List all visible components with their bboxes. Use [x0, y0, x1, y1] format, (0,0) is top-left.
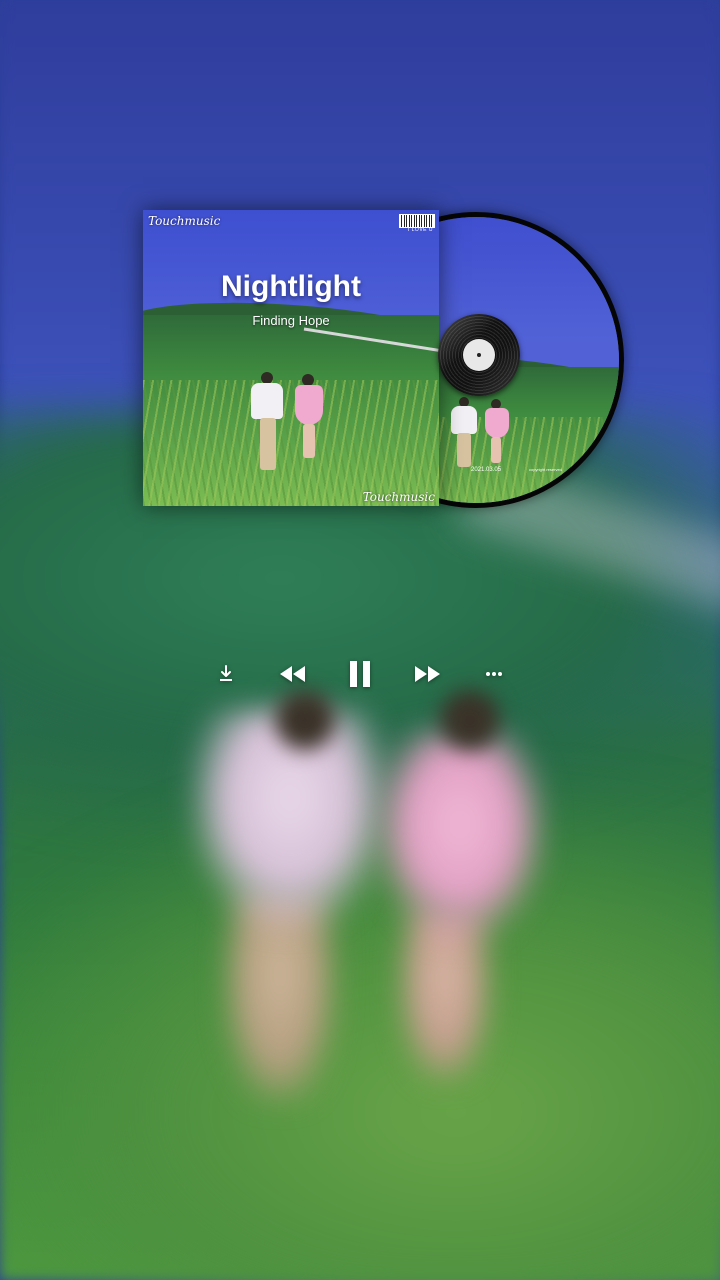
download-icon	[220, 665, 232, 681]
vinyl-record-icon	[438, 314, 520, 396]
album-subtitle: Finding Hope	[252, 313, 330, 328]
playback-controls	[200, 652, 520, 696]
more-icon	[486, 672, 502, 676]
fast-forward-icon	[415, 666, 440, 682]
album-brand-top: Touchmusic	[148, 214, 221, 228]
disc-fine-print: copyright reserved	[529, 467, 562, 472]
album-art-grass	[143, 380, 439, 506]
barcode-text: I LOVE U	[407, 227, 433, 233]
disc-date: 2021.03.05	[471, 467, 502, 473]
next-button[interactable]	[401, 652, 453, 696]
previous-button[interactable]	[267, 652, 319, 696]
background-figure-woman	[375, 730, 545, 940]
pause-button[interactable]	[334, 652, 386, 696]
more-options-button[interactable]	[468, 652, 520, 696]
album-brand-bottom: Touchmusic	[362, 490, 435, 504]
background-figure-head	[440, 690, 500, 750]
download-button[interactable]	[200, 652, 252, 696]
album-cover[interactable]: Touchmusic I LOVE U Nightlight Finding H…	[143, 210, 439, 506]
record-spindle-hole	[477, 353, 481, 357]
pause-icon	[350, 661, 370, 687]
background-figure-head	[275, 690, 335, 750]
rewind-icon	[280, 666, 305, 682]
barcode-icon	[399, 214, 435, 228]
blurred-background	[0, 0, 720, 1280]
album-title: Nightlight	[221, 270, 361, 303]
record-label	[463, 339, 495, 371]
